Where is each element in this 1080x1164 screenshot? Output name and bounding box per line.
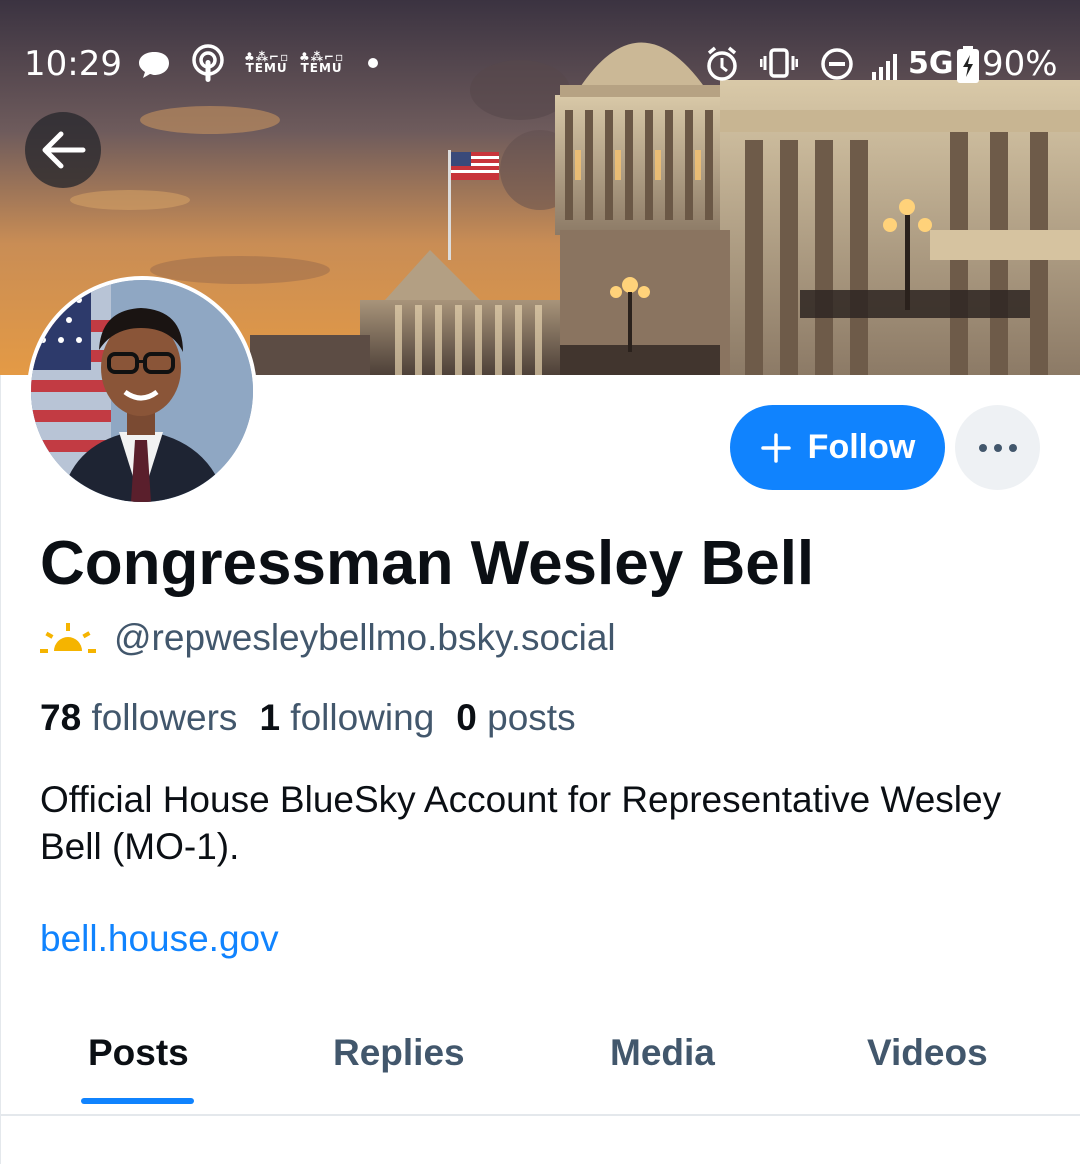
network-type: 5G: [908, 46, 954, 81]
divider: [0, 375, 1, 1164]
tab-posts[interactable]: Posts: [88, 1032, 189, 1074]
sun-icon: [40, 623, 96, 653]
status-time: 10:29: [24, 44, 122, 84]
tab-replies[interactable]: Replies: [333, 1032, 465, 1074]
alarm-icon: [705, 46, 739, 87]
profile-photo: [31, 280, 253, 502]
temu-icon: ♣⁂⌐▫ TEMU: [299, 50, 345, 75]
followers-count: 78: [40, 697, 82, 738]
more-options-button[interactable]: [955, 405, 1040, 490]
chat-bubble-icon: [137, 50, 171, 85]
tab-videos[interactable]: Videos: [867, 1032, 988, 1074]
posts-stat: 0 posts: [456, 697, 575, 739]
profile-handle: @repwesleybellmo.bsky.social: [114, 617, 616, 658]
posts-count: 0: [456, 697, 477, 738]
battery-level: 90%: [982, 44, 1058, 84]
followers-label: followers: [91, 697, 238, 738]
active-tab-indicator: [81, 1098, 194, 1104]
follow-button[interactable]: Follow: [730, 405, 945, 490]
avatar[interactable]: [27, 276, 257, 506]
do-not-disturb-icon: [820, 47, 854, 86]
status-bar: 10:29 ♣⁂⌐▫ TEMU ♣⁂⌐▫ TEMU 5G 90%: [0, 28, 1080, 98]
posts-label: posts: [487, 697, 576, 738]
follow-label: Follow: [807, 428, 916, 466]
plus-icon: [760, 432, 791, 463]
podcast-icon: [190, 44, 226, 89]
display-name: Congressman Wesley Bell: [40, 529, 815, 598]
more-notifications-dot: [368, 58, 378, 68]
temu-icon: ♣⁂⌐▫ TEMU: [244, 50, 290, 75]
vibrate-icon: [759, 48, 799, 83]
following-count: 1: [259, 697, 281, 738]
ellipsis-icon: [978, 443, 1017, 452]
signal-icon: [870, 52, 900, 85]
battery-charging-icon: [956, 46, 980, 89]
website-link[interactable]: bell.house.gov: [40, 918, 279, 960]
profile-bio: Official House BlueSky Account for Repre…: [40, 779, 1002, 867]
handle-row: @repwesleybellmo.bsky.social: [40, 615, 616, 661]
following-stat[interactable]: 1 following: [259, 697, 434, 739]
following-label: following: [290, 697, 435, 738]
arrow-left-icon: [42, 131, 86, 169]
back-button[interactable]: [25, 112, 101, 188]
tab-media[interactable]: Media: [610, 1032, 715, 1074]
followers-stat[interactable]: 78 followers: [40, 697, 237, 739]
profile-stats: 78 followers 1 following 0 posts: [40, 697, 576, 739]
